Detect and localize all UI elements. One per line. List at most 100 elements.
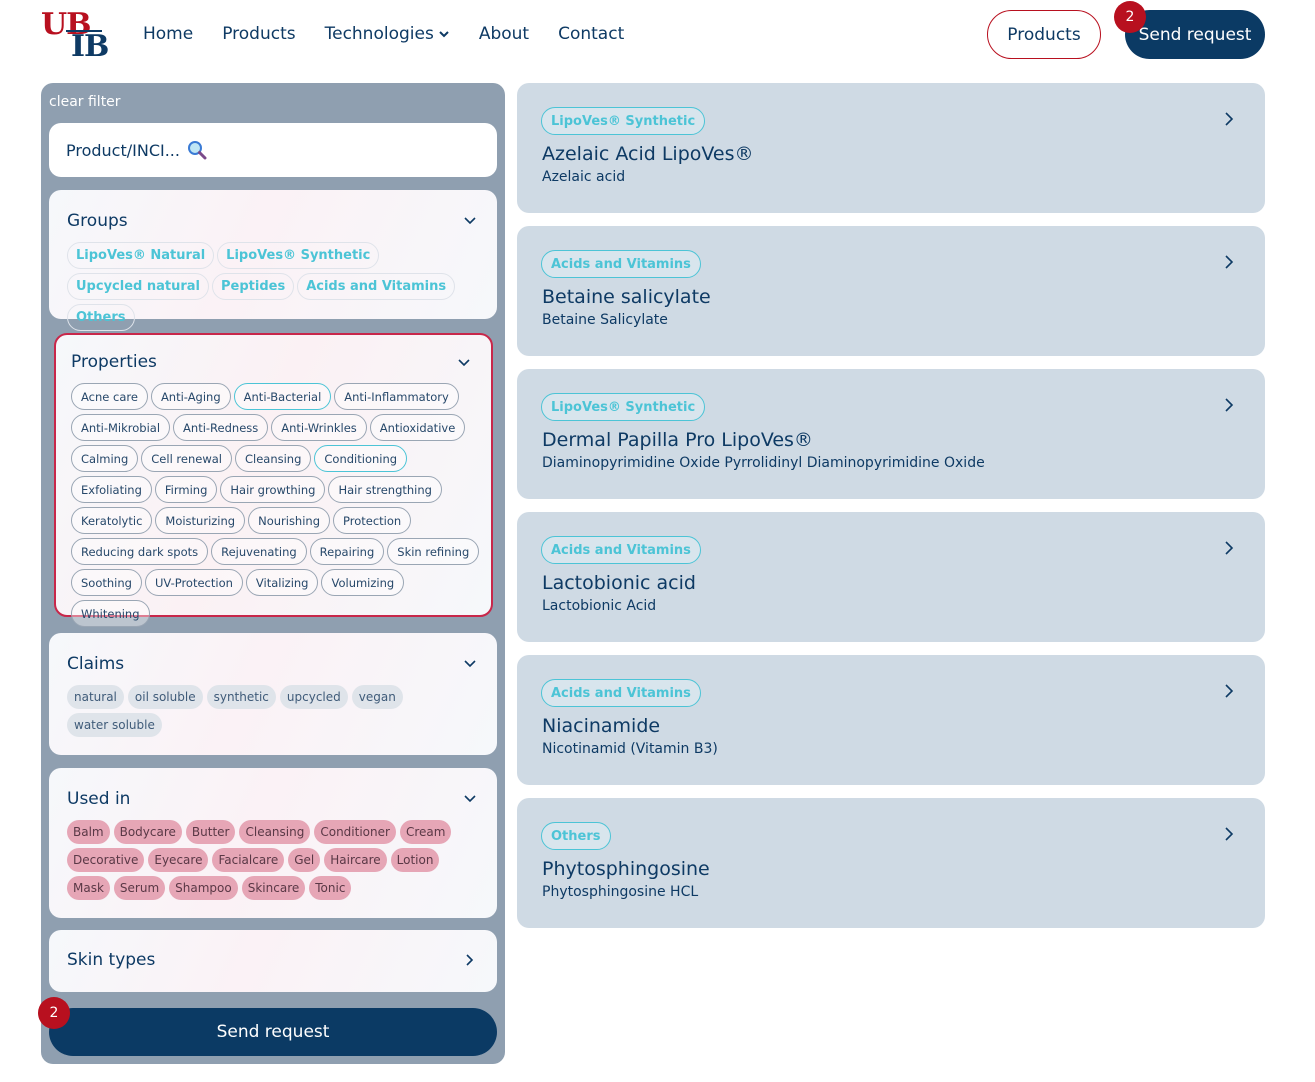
property-chip[interactable]: Cell renewal [141,445,232,472]
property-chip[interactable]: Repairing [309,538,385,565]
property-chip-selected[interactable]: Conditioning [314,445,408,472]
used-in-chip[interactable]: Cleansing [239,820,311,844]
logo[interactable]: UB IB [40,8,120,64]
product-card[interactable]: LipoVes® Synthetic Azelaic Acid LipoVes®… [517,83,1265,213]
used-in-chip[interactable]: Mask [67,876,110,900]
product-card[interactable]: Acids and Vitamins Betaine salicylate Be… [517,226,1265,356]
chevron-right-icon [1225,541,1234,555]
product-group-tag: Others [541,822,611,850]
property-chip[interactable]: Anti-Aging [150,383,231,410]
clear-filter-link[interactable]: clear filter [49,94,121,110]
product-card[interactable]: LipoVes® Synthetic Dermal Papilla Pro Li… [517,369,1265,499]
chevron-down-icon[interactable] [457,356,471,370]
product-inci: Lactobionic Acid [542,598,657,614]
property-chip[interactable]: Vitalizing [245,569,319,596]
used-in-title[interactable]: Used in [67,789,130,809]
property-chip[interactable]: Protection [333,507,412,534]
used-in-chip[interactable]: Bodycare [113,820,182,844]
groups-title[interactable]: Groups [67,211,128,231]
property-chip[interactable]: Exfoliating [71,476,152,503]
product-inci: Betaine Salicylate [542,312,668,328]
property-chip[interactable]: Whitening [71,600,150,627]
used-in-chip[interactable]: Butter [185,820,236,844]
product-name: Lactobionic acid [542,572,696,594]
claims-title[interactable]: Claims [67,654,124,674]
used-in-chip[interactable]: Gel [288,848,321,872]
group-chip[interactable]: LipoVes® Synthetic [217,242,380,269]
property-chip[interactable]: Calming [71,445,139,472]
used-in-chip[interactable]: Haircare [324,848,387,872]
property-chip[interactable]: Moisturizing [155,507,246,534]
property-chip-selected[interactable]: Anti-Bacterial [233,383,332,410]
used-in-chip[interactable]: Tonic [309,876,352,900]
chevron-right-icon [1225,255,1234,269]
property-chip[interactable]: Acne care [71,383,148,410]
used-in-chip[interactable]: Skincare [241,876,306,900]
property-chip[interactable]: Anti-Wrinkles [271,414,367,441]
property-chip[interactable]: Anti-Mikrobial [71,414,171,441]
property-chip[interactable]: Reducing dark spots [71,538,209,565]
claim-chip[interactable]: oil soluble [127,685,203,709]
property-chip[interactable]: Antioxidative [369,414,466,441]
used-in-chip[interactable]: Balm [67,820,110,844]
request-count-badge: 2 [1114,1,1146,33]
chevron-down-icon[interactable] [463,657,477,671]
groups-chips: LipoVes® Natural LipoVes® Synthetic Upcy… [67,242,487,335]
used-in-chip[interactable]: Eyecare [148,848,209,872]
claim-chip[interactable]: vegan [351,685,403,709]
group-chip[interactable]: LipoVes® Natural [67,242,215,269]
used-in-chip[interactable]: Serum [113,876,166,900]
filter-sidebar: clear filter Product/INCI... Groups Lipo… [38,83,505,1064]
property-chip[interactable]: UV-Protection [144,569,243,596]
claim-chip[interactable]: water soluble [67,713,162,737]
skin-types-panel[interactable]: Skin types [49,930,497,992]
property-chip[interactable]: Soothing [71,569,142,596]
nav-home[interactable]: Home [143,22,193,46]
products-button[interactable]: Products [987,10,1101,59]
product-card[interactable]: Acids and Vitamins Lactobionic acid Lact… [517,512,1265,642]
property-chip[interactable]: Keratolytic [71,507,153,534]
properties-title[interactable]: Properties [71,352,157,372]
nav-about[interactable]: About [479,22,529,46]
property-chip[interactable]: Hair strengthing [328,476,442,503]
group-chip[interactable]: Upcycled natural [67,273,209,300]
claim-chip[interactable]: natural [67,685,124,709]
used-in-chip[interactable]: Decorative [67,848,145,872]
property-chip[interactable]: Firming [154,476,218,503]
product-card[interactable]: Others Phytosphingosine Phytosphingosine… [517,798,1265,928]
search-input[interactable]: Product/INCI... [49,123,497,177]
product-name: Phytosphingosine [542,858,710,880]
send-request-button[interactable]: Send request [1125,10,1265,59]
group-chip[interactable]: Acids and Vitamins [297,273,456,300]
property-chip[interactable]: Anti-Redness [173,414,269,441]
product-group-tag: Acids and Vitamins [541,679,701,707]
product-name: Dermal Papilla Pro LipoVes® [542,429,813,451]
nav-contact[interactable]: Contact [558,22,624,46]
property-chip[interactable]: Anti-Inflammatory [334,383,459,410]
property-chip[interactable]: Volumizing [321,569,405,596]
logo-text-bottom: IB [71,29,109,64]
used-in-chip[interactable]: Shampoo [169,876,238,900]
chevron-down-icon[interactable] [463,792,477,806]
property-chip[interactable]: Hair growthing [220,476,326,503]
used-in-chip[interactable]: Conditioner [314,820,396,844]
used-in-chip[interactable]: Facialcare [212,848,285,872]
product-name: Azelaic Acid LipoVes® [542,143,754,165]
used-in-chip[interactable]: Cream [399,820,452,844]
nav-technologies[interactable]: Technologies [325,22,450,46]
product-card[interactable]: Acids and Vitamins Niacinamide Nicotinam… [517,655,1265,785]
property-chip[interactable]: Rejuvenating [211,538,307,565]
group-chip[interactable]: Others [67,304,135,331]
property-chip[interactable]: Cleansing [234,445,312,472]
nav-products[interactable]: Products [222,22,295,46]
send-request-button[interactable]: Send request [49,1008,497,1056]
claim-chip[interactable]: synthetic [206,685,276,709]
chevron-down-icon[interactable] [463,214,477,228]
claim-chip[interactable]: upcycled [279,685,348,709]
group-chip[interactable]: Peptides [212,273,295,300]
property-chip[interactable]: Nourishing [248,507,331,534]
product-inci: Nicotinamid (Vitamin B3) [542,741,718,757]
search-placeholder: Product/INCI... [66,140,180,160]
used-in-chip[interactable]: Lotion [390,848,440,872]
property-chip[interactable]: Skin refining [387,538,480,565]
